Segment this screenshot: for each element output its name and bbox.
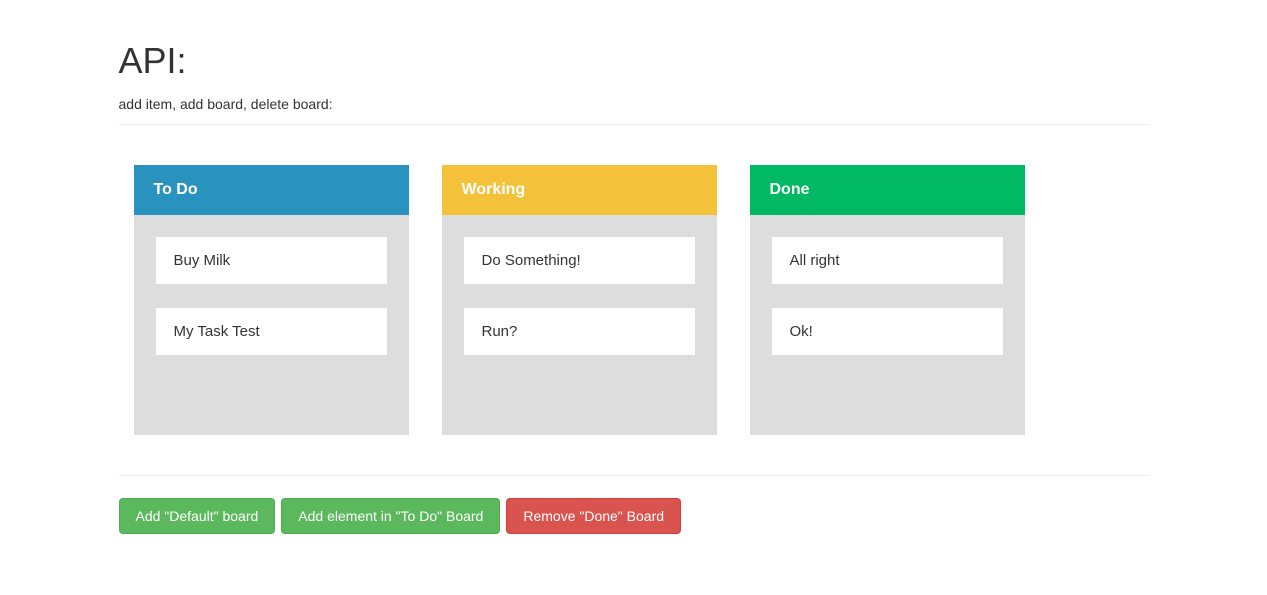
kanban-card[interactable]: All right [772,237,1003,284]
remove-done-board-button[interactable]: Remove "Done" Board [506,498,681,534]
add-default-board-button[interactable]: Add "Default" board [119,498,276,534]
kanban-card[interactable]: Run? [464,308,695,355]
board-header-working[interactable]: Working [442,165,717,215]
board-header-todo[interactable]: To Do [134,165,409,215]
button-row: Add "Default" board Add element in "To D… [119,498,1149,534]
card-text: My Task Test [174,323,260,340]
kanban-card[interactable]: Ok! [772,308,1003,355]
card-text: Buy Milk [174,252,231,269]
card-text: Ok! [790,323,813,340]
kanban-card[interactable]: My Task Test [156,308,387,355]
kanban-card[interactable]: Buy Milk [156,237,387,284]
board-body: All right Ok! [750,215,1025,435]
card-text: All right [790,252,840,269]
card-text: Run? [482,323,518,340]
board-header-done[interactable]: Done [750,165,1025,215]
board-todo: To Do Buy Milk My Task Test [134,165,409,435]
board-body: Do Something! Run? [442,215,717,435]
board-working: Working Do Something! Run? [442,165,717,435]
kanban-card[interactable]: Do Something! [464,237,695,284]
board-title: To Do [154,181,198,198]
board-title: Working [462,181,526,198]
kanban-container: To Do Buy Milk My Task Test Working Do S… [119,165,1149,435]
divider [119,475,1149,476]
board-body: Buy Milk My Task Test [134,215,409,435]
board-done: Done All right Ok! [750,165,1025,435]
divider [119,124,1149,125]
board-title: Done [770,181,810,198]
page-title: API: [119,40,1149,82]
page-subtitle: add item, add board, delete board: [119,96,1149,112]
add-element-todo-button[interactable]: Add element in "To Do" Board [281,498,500,534]
card-text: Do Something! [482,252,581,269]
